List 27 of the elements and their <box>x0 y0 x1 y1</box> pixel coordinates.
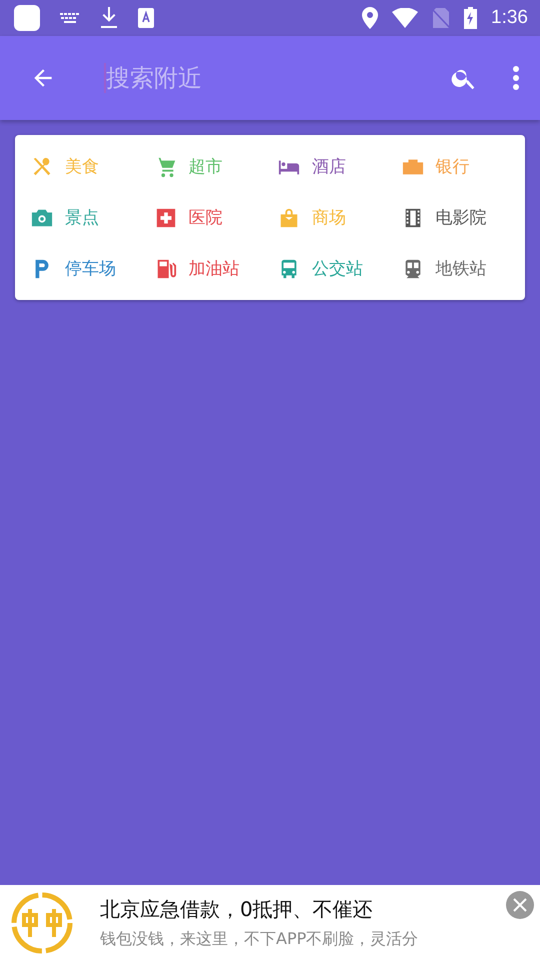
category-link[interactable]: 景点 <box>65 206 99 229</box>
ad-title: 北京应急借款，0抵押、不催还 <box>100 896 374 922</box>
category-link[interactable]: 地铁站 <box>436 257 486 280</box>
location-icon <box>362 7 378 29</box>
no-sim-icon <box>432 8 450 28</box>
close-button[interactable] <box>506 891 534 919</box>
ad-description: 钱包没钱，来这里，不下APP不刷脸，灵活分 <box>100 928 418 950</box>
category-link[interactable]: 超市 <box>188 155 222 178</box>
wifi-icon <box>392 8 418 28</box>
ad-banner[interactable]: 北京应急借款，0抵押、不催还 钱包没钱，来这里，不下APP不刷脸，灵活分 <box>0 885 540 960</box>
more-icon <box>512 65 520 91</box>
battery-icon <box>464 7 478 29</box>
category-link[interactable]: 公交站 <box>312 257 363 280</box>
category-link[interactable]: 酒店 <box>312 155 346 178</box>
category-link[interactable]: 停车场 <box>65 257 116 280</box>
category-link[interactable]: 医院 <box>188 206 222 229</box>
document-icon <box>138 8 154 28</box>
download-icon <box>100 7 118 29</box>
close-icon <box>512 897 528 913</box>
category-link[interactable]: 电影院 <box>436 206 486 229</box>
category-link[interactable]: 加油站 <box>188 257 240 280</box>
keyboard-icon <box>60 12 80 24</box>
search-field[interactable]: 搜索附近 <box>104 63 446 93</box>
app-icon <box>14 5 40 31</box>
coin-logo-icon <box>10 890 74 954</box>
clock-time: 1:36 <box>491 7 528 29</box>
category-link[interactable]: 银行 <box>436 155 470 178</box>
